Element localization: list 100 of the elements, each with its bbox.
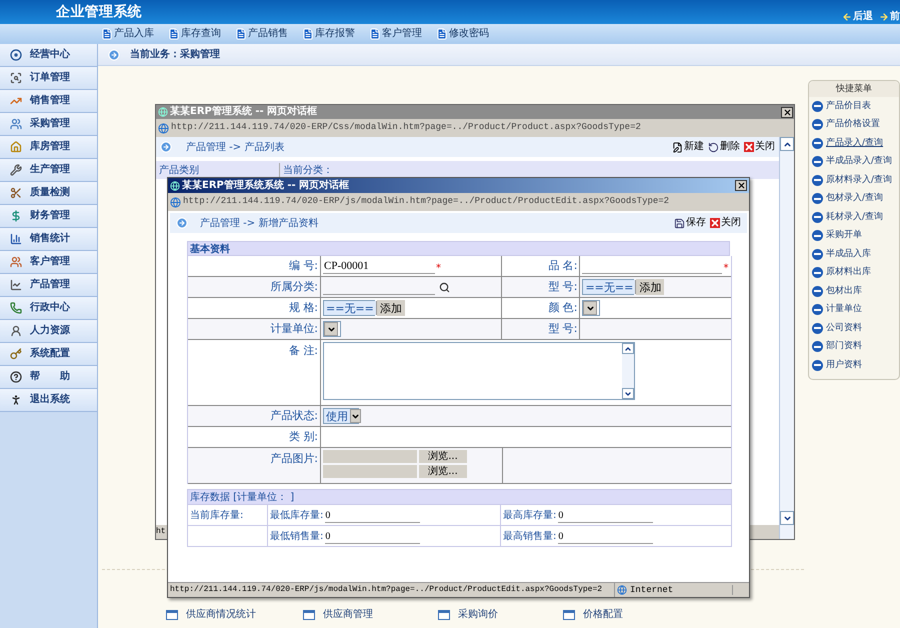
- forward-button[interactable]: 前: [879, 12, 900, 22]
- scroll-up-icon[interactable]: [780, 137, 794, 151]
- browse-button[interactable]: 浏览...: [419, 450, 467, 463]
- back-button[interactable]: 后退: [842, 12, 873, 22]
- sidebar-item[interactable]: 退出系统: [0, 389, 97, 412]
- toolbar-button[interactable]: 修改密码: [436, 28, 489, 40]
- shortcut-link[interactable]: 采购询价: [438, 607, 563, 622]
- quick-menu-item[interactable]: 原材料出库: [809, 264, 899, 282]
- right-arrow-icon: [879, 12, 889, 22]
- sidebar-item[interactable]: 产品管理: [0, 274, 97, 297]
- quick-menu-item[interactable]: 计量单位: [809, 300, 899, 319]
- toolbar-button[interactable]: 产品销售: [235, 28, 288, 40]
- bullet-icon: [812, 138, 823, 149]
- quick-menu-item[interactable]: 原材料录入/查询: [809, 171, 899, 190]
- sidebar-item[interactable]: 经营中心: [0, 44, 97, 67]
- sidebar-item[interactable]: 质量检测: [0, 182, 97, 205]
- document-icon: [101, 28, 113, 40]
- quick-menu-item[interactable]: 半成品入库: [809, 245, 899, 264]
- toolbar-action[interactable]: 关闭: [744, 142, 775, 152]
- help-icon: [10, 371, 22, 383]
- field-label: 颜 色:: [548, 300, 578, 316]
- quick-menu-item[interactable]: 用户资料: [809, 356, 899, 374]
- sidebar-item[interactable]: 订单管理: [0, 67, 97, 90]
- quick-menu-item[interactable]: 包材录入/查询: [809, 190, 899, 208]
- input-field[interactable]: 0: [325, 528, 420, 544]
- scroll-down-icon[interactable]: [622, 388, 634, 399]
- quick-menu-item[interactable]: 产品价目表: [809, 97, 899, 116]
- toolbar-action[interactable]: 删除: [708, 142, 740, 152]
- field-label: 型 号:: [548, 278, 578, 295]
- quick-menu-item[interactable]: 部门资料: [809, 338, 899, 356]
- add-button[interactable]: 添加: [377, 300, 405, 316]
- shortcut-link[interactable]: 供应商情况统计: [166, 607, 303, 622]
- quick-menu-item[interactable]: 产品价格设置: [809, 116, 899, 134]
- sidebar-item[interactable]: 财务管理: [0, 205, 97, 228]
- field-label: 备 注:: [288, 343, 318, 359]
- status-url: http://211.144.119.74/020-ERP/js/modalWin.htm?page=../Product/ProductEdit.aspx?GoodsType=2: [170, 586, 602, 594]
- toolbar-action[interactable]: 保存: [674, 218, 706, 228]
- scroll-up-icon[interactable]: [622, 343, 634, 354]
- quick-menu-item[interactable]: 公司资料: [809, 319, 899, 338]
- sidebar-item[interactable]: 生产管理: [0, 159, 97, 182]
- input-field[interactable]: 0: [558, 508, 654, 522]
- wrench-icon: [10, 164, 22, 176]
- quick-menu-item[interactable]: 采购开单: [809, 226, 899, 245]
- sidebar-item[interactable]: 销售统计: [0, 228, 97, 251]
- close-button[interactable]: [735, 180, 747, 191]
- address-text: http://211.144.119.74/020-ERP/js/modalWin.htm?page=../Product/ProductEdit.aspx?GoodsType=2: [183, 195, 670, 208]
- sidebar-item[interactable]: 采购管理: [0, 113, 97, 136]
- input-field[interactable]: 0: [325, 508, 420, 522]
- bullet-icon: [812, 174, 823, 186]
- shortcut-link[interactable]: 价格配置: [563, 607, 683, 622]
- dialog-title: 某某ERP管理系统系统 -- 网页对话框: [182, 180, 350, 190]
- shortcut-link[interactable]: 供应商管理: [303, 607, 438, 622]
- sidebar-item[interactable]: 客户管理: [0, 251, 97, 274]
- edit-document-icon: [672, 142, 683, 152]
- dropdown[interactable]: 使用: [323, 408, 359, 424]
- toolbar-action[interactable]: 新建: [672, 142, 704, 152]
- browser-icon: [170, 180, 180, 190]
- quick-menu-item[interactable]: 耗材录入/查询: [809, 208, 899, 226]
- quick-menu-item[interactable]: 半成品录入/查询: [809, 152, 899, 171]
- file-path-field[interactable]: [323, 465, 417, 478]
- dropdown[interactable]: [323, 321, 341, 337]
- close-button[interactable]: [781, 106, 793, 118]
- field-label: 当前库存量:: [190, 508, 244, 522]
- document-icon: [235, 28, 247, 40]
- toolbar-button[interactable]: 产品入库: [101, 28, 154, 40]
- person-icon: [10, 325, 22, 337]
- section-header: 库存数据 [计量单位： ]: [187, 489, 732, 505]
- field-label: 型 号:: [548, 320, 578, 337]
- dropdown[interactable]: [582, 300, 600, 316]
- toolbar-action[interactable]: 关闭: [710, 218, 741, 228]
- input-field[interactable]: CP-00001: [323, 258, 435, 274]
- sidebar-item[interactable]: 销售管理: [0, 90, 97, 113]
- search-icon[interactable]: [439, 282, 450, 292]
- quick-menu-item[interactable]: 产品录入/查询: [809, 134, 899, 152]
- sidebar-item[interactable]: 行政中心: [0, 297, 97, 320]
- dropdown[interactable]: ==无==: [582, 279, 634, 295]
- close-icon: [710, 218, 720, 228]
- browse-button[interactable]: 浏览...: [419, 465, 467, 478]
- caret-icon: [324, 322, 338, 336]
- bullet-icon: [812, 230, 823, 242]
- quick-menu-title: 快捷菜单: [809, 81, 899, 97]
- window-icon: [438, 610, 450, 620]
- add-button[interactable]: 添加: [636, 279, 664, 295]
- field-label: 最低库存量:: [270, 508, 324, 522]
- file-path-field[interactable]: [323, 450, 417, 463]
- sidebar-item[interactable]: 库房管理: [0, 136, 97, 159]
- window-icon: [303, 610, 315, 620]
- dropdown[interactable]: ==无==: [323, 300, 375, 316]
- quick-menu-item[interactable]: 包材出库: [809, 282, 899, 300]
- required-mark: *: [723, 264, 728, 274]
- scroll-down-icon[interactable]: [780, 511, 794, 525]
- toolbar-button[interactable]: 库存查询: [168, 28, 221, 40]
- sidebar-item[interactable]: 系统配置: [0, 343, 97, 366]
- input-field[interactable]: 0: [558, 528, 654, 544]
- sidebar-item[interactable]: 人力资源: [0, 320, 97, 343]
- sidebar-item[interactable]: 帮 助: [0, 366, 97, 389]
- toolbar-button[interactable]: 库存报警: [302, 28, 355, 40]
- scrollbar[interactable]: [779, 137, 794, 539]
- toolbar-button[interactable]: 客户管理: [369, 28, 422, 40]
- bullet-icon: [812, 119, 823, 130]
